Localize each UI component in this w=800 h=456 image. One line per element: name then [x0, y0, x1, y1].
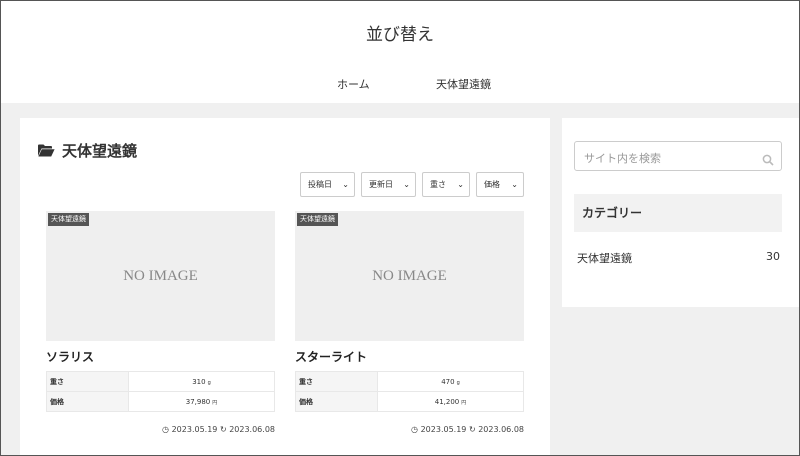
- spec-key: 価格: [46, 391, 129, 412]
- global-nav: ホーム 天体望遠鏡: [0, 76, 800, 94]
- categories-heading: カテゴリー: [574, 194, 782, 232]
- clock-icon: ◷: [411, 425, 419, 434]
- spec-value: 37,980 円: [128, 391, 275, 412]
- category-name: 天体望遠鏡: [577, 252, 632, 265]
- posted-date: 2023.05.19: [171, 425, 218, 434]
- spec-value: 470 g: [377, 371, 524, 392]
- product-title[interactable]: スターライト: [295, 348, 524, 365]
- spec-table: 重さ 310 g 価格 37,980 円: [46, 371, 275, 412]
- category-label: 天体望遠鏡: [48, 213, 89, 226]
- clock-icon: ◷: [162, 425, 170, 434]
- sort-price-label: 価格: [484, 180, 500, 189]
- spec-value: 41,200 円: [377, 391, 524, 412]
- category-label: 天体望遠鏡: [297, 213, 338, 226]
- price-unit: 円: [212, 399, 218, 406]
- chevron-down-icon: ⌄: [457, 180, 464, 189]
- site-header: 並び替え ホーム 天体望遠鏡: [0, 0, 800, 103]
- product-title[interactable]: ソラリス: [46, 348, 275, 365]
- table-row: 重さ 470 g: [295, 371, 524, 392]
- nav-item-home[interactable]: ホーム: [337, 76, 370, 92]
- weight-value: 470: [441, 377, 455, 386]
- search-icon[interactable]: [762, 151, 774, 170]
- no-image-text: NO IMAGE: [372, 268, 447, 284]
- nav-item-telescope[interactable]: 天体望遠鏡: [436, 76, 491, 92]
- product-thumbnail[interactable]: 天体望遠鏡 NO IMAGE: [295, 211, 524, 341]
- weight-unit: g: [456, 379, 460, 386]
- weight-value: 310: [192, 377, 206, 386]
- sort-weight-select[interactable]: 重さ ⌄: [422, 172, 470, 197]
- table-row: 価格 41,200 円: [295, 391, 524, 412]
- posted-date: 2023.05.19: [420, 425, 467, 434]
- product-thumbnail[interactable]: 天体望遠鏡 NO IMAGE: [46, 211, 275, 341]
- chevron-down-icon: ⌄: [403, 180, 410, 189]
- chevron-down-icon: ⌄: [342, 180, 349, 189]
- updated-date: 2023.06.08: [229, 425, 275, 434]
- archive-title-text: 天体望遠鏡: [62, 142, 138, 160]
- spec-value: 310 g: [128, 371, 275, 392]
- price-unit: 円: [461, 399, 467, 406]
- spec-key: 重さ: [46, 371, 129, 392]
- table-row: 価格 37,980 円: [46, 391, 275, 412]
- category-item[interactable]: 天体望遠鏡 30: [577, 250, 780, 266]
- sort-posted-select[interactable]: 投稿日 ⌄: [300, 172, 355, 197]
- price-value: 37,980: [185, 397, 211, 406]
- site-title[interactable]: 並び替え: [0, 20, 800, 45]
- search-input[interactable]: サイト内を検索: [574, 141, 782, 171]
- folder-open-icon: [38, 144, 55, 157]
- chevron-down-icon: ⌄: [511, 180, 518, 189]
- updated-date: 2023.06.08: [478, 425, 524, 434]
- spec-key: 重さ: [295, 371, 378, 392]
- no-image-text: NO IMAGE: [123, 268, 198, 284]
- price-value: 41,200: [434, 397, 460, 406]
- product-card[interactable]: 天体望遠鏡 NO IMAGE スターライト 重さ 470 g 価格 41,200 円…: [295, 211, 524, 434]
- main-content: 天体望遠鏡 投稿日 ⌄ 更新日 ⌄ 重さ ⌄ 価格 ⌄ 天体望遠鏡 NO IMAGE ソ…: [20, 118, 550, 456]
- weight-unit: g: [207, 379, 211, 386]
- product-card[interactable]: 天体望遠鏡 NO IMAGE ソラリス 重さ 310 g 価格 37,980 円 ◷…: [46, 211, 275, 434]
- refresh-icon: ↻: [468, 425, 476, 434]
- refresh-icon: ↻: [219, 425, 227, 434]
- sidebar: サイト内を検索 カテゴリー 天体望遠鏡 30: [562, 118, 800, 307]
- spec-table: 重さ 470 g 価格 41,200 円: [295, 371, 524, 412]
- post-dates: ◷ 2023.05.19 ↻ 2023.06.08: [295, 425, 524, 434]
- search-placeholder: サイト内を検索: [584, 152, 661, 165]
- table-row: 重さ 310 g: [46, 371, 275, 392]
- sort-updated-label: 更新日: [369, 180, 393, 189]
- post-dates: ◷ 2023.05.19 ↻ 2023.06.08: [46, 425, 275, 434]
- sort-controls: 投稿日 ⌄ 更新日 ⌄ 重さ ⌄ 価格 ⌄: [300, 172, 524, 197]
- archive-title: 天体望遠鏡: [38, 140, 137, 161]
- spec-key: 価格: [295, 391, 378, 412]
- sort-price-select[interactable]: 価格 ⌄: [476, 172, 524, 197]
- sort-weight-label: 重さ: [430, 180, 446, 189]
- sort-updated-select[interactable]: 更新日 ⌄: [361, 172, 416, 197]
- category-count: 30: [766, 250, 780, 263]
- sort-posted-label: 投稿日: [308, 180, 332, 189]
